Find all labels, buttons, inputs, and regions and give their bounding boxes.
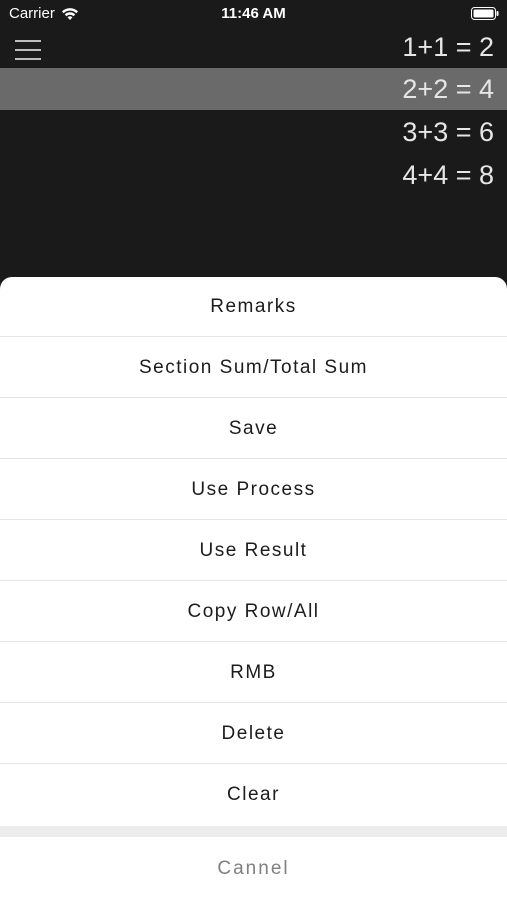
clear-button[interactable]: Clear bbox=[0, 765, 507, 825]
history-expression: 3+3 = 6 bbox=[402, 117, 494, 147]
rmb-button[interactable]: RMB bbox=[0, 643, 507, 703]
history-row-selected[interactable]: 2+2 = 4 bbox=[0, 68, 507, 110]
delete-button[interactable]: Delete bbox=[0, 704, 507, 764]
section-sum-total-sum-button[interactable]: Section Sum/Total Sum bbox=[0, 338, 507, 398]
status-time: 11:46 AM bbox=[221, 5, 286, 22]
battery-icon bbox=[471, 7, 499, 20]
save-button[interactable]: Save bbox=[0, 399, 507, 459]
history-row[interactable]: 1+1 = 2 bbox=[0, 26, 507, 68]
use-process-button[interactable]: Use Process bbox=[0, 460, 507, 520]
history-expression: 2+2 = 4 bbox=[402, 74, 494, 104]
history-row[interactable]: 4+4 = 8 bbox=[0, 154, 507, 196]
status-bar: Carrier 11:46 AM bbox=[0, 0, 507, 28]
calculator-screen: Carrier 11:46 AM 1+1 = 2 2+2 = 4 3+3 = 6… bbox=[0, 0, 507, 900]
history-expression: 1+1 = 2 bbox=[402, 32, 494, 62]
remarks-button[interactable]: Remarks bbox=[0, 277, 507, 337]
history-row[interactable]: 3+3 = 6 bbox=[0, 111, 507, 153]
use-result-button[interactable]: Use Result bbox=[0, 521, 507, 581]
sheet-separator bbox=[0, 826, 507, 837]
copy-row-all-button[interactable]: Copy Row/All bbox=[0, 582, 507, 642]
action-sheet: Remarks Section Sum/Total Sum Save Use P… bbox=[0, 277, 507, 900]
history-expression: 4+4 = 8 bbox=[402, 160, 494, 190]
cancel-button[interactable]: Cannel bbox=[0, 837, 507, 900]
